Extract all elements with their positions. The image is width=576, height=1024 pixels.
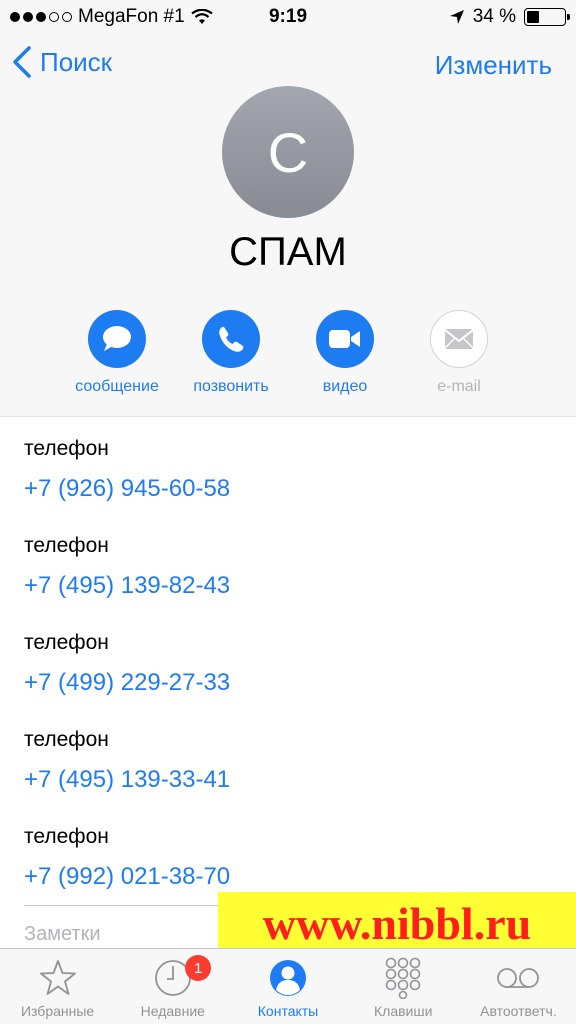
message-label: сообщение [75,378,159,395]
video-icon [316,310,374,368]
star-icon [36,957,80,999]
tab-bar: Избранные 1 Недавние Контакты Клавиши Ав… [0,948,576,1024]
phone-number[interactable]: +7 (992) 021-38-70 [24,863,230,891]
mail-icon [430,310,488,368]
tab-voicemail[interactable]: Автоответч. [461,949,576,1024]
message-button[interactable]: сообщение [60,310,174,396]
tab-favorites[interactable]: Избранные [0,949,115,1024]
phone-number[interactable]: +7 (499) 229-27-33 [24,669,230,697]
status-bar: MegaFon #1 9:19 34 % [0,0,576,34]
phone-icon [202,310,260,368]
email-button[interactable]: e-mail [402,310,516,396]
phone-label: телефон [24,825,109,848]
phone-label: телефон [24,437,109,460]
battery-fill [527,11,540,23]
phone-label: телефон [24,631,109,654]
email-label: e-mail [437,378,481,395]
tab-label: Автоответч. [480,1003,557,1019]
wifi-icon [191,9,213,24]
call-label: позвонить [193,378,269,395]
list-item[interactable]: телефон +7 (499) 229-27-33 [24,631,554,721]
contacts-icon [266,957,310,999]
tab-label: Недавние [140,1003,205,1019]
status-left: MegaFon #1 [10,6,213,28]
list-item[interactable]: телефон +7 (495) 139-33-41 [24,728,554,818]
carrier-name: MegaFon #1 [78,6,185,27]
contact-name: СПАМ [229,230,347,274]
phone-number[interactable]: +7 (926) 945-60-58 [24,475,230,503]
phone-number[interactable]: +7 (495) 139-82-43 [24,572,230,600]
call-button[interactable]: позвонить [174,310,288,396]
tab-keypad[interactable]: Клавиши [346,949,461,1024]
avatar-initial: С [267,120,309,184]
notification-badge: 1 [185,955,212,981]
tab-recents[interactable]: 1 Недавние [115,949,230,1024]
back-label: Поиск [40,46,113,77]
video-button[interactable]: видео [288,310,402,396]
avatar: С [222,86,354,218]
message-icon [88,310,146,368]
edit-button[interactable]: Изменить [435,50,552,81]
phone-label: телефон [24,534,109,557]
phone-number[interactable]: +7 (495) 139-33-41 [24,766,230,794]
contact-actions: сообщение позвонить видео e-mail [60,310,520,400]
tab-contacts[interactable]: Контакты [230,949,345,1024]
chevron-left-icon [13,46,31,78]
watermark: www.nibbl.ru [218,892,576,954]
status-right: 34 % [449,6,570,28]
video-label: видео [322,378,368,395]
list-item[interactable]: телефон +7 (495) 139-82-43 [24,534,554,624]
battery-percent: 34 % [472,6,516,27]
battery-icon [524,8,570,26]
keypad-icon [381,957,425,999]
phone-label: телефон [24,728,109,751]
location-arrow-icon [449,10,464,24]
signal-strength-icon [10,12,72,22]
voicemail-icon [496,957,540,999]
notes-field[interactable]: Заметки [24,923,101,946]
tab-label: Контакты [257,1003,319,1019]
back-button[interactable]: Поиск [12,46,112,78]
list-item[interactable]: телефон +7 (926) 945-60-58 [24,437,554,527]
contact-details: телефон +7 (926) 945-60-58 телефон +7 (4… [0,416,576,948]
tab-label: Клавиши [374,1003,433,1019]
tab-label: Избранные [20,1003,95,1019]
